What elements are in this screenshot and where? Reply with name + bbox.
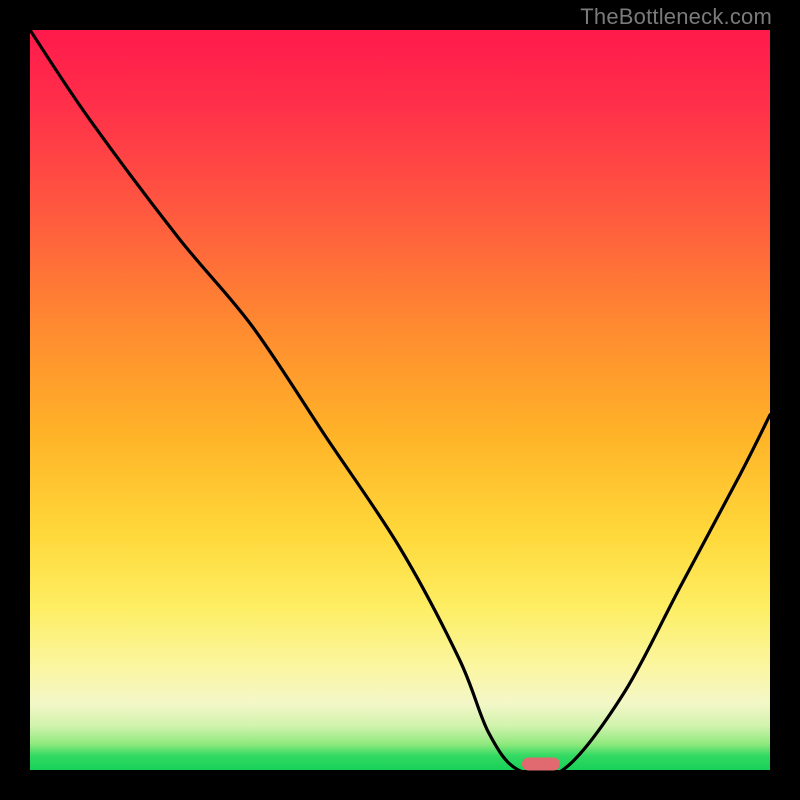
- watermark-text: TheBottleneck.com: [580, 4, 772, 30]
- chart-frame: TheBottleneck.com: [0, 0, 800, 800]
- bottleneck-curve: [30, 30, 770, 770]
- optimum-marker: [522, 758, 560, 771]
- curve-path: [30, 30, 770, 777]
